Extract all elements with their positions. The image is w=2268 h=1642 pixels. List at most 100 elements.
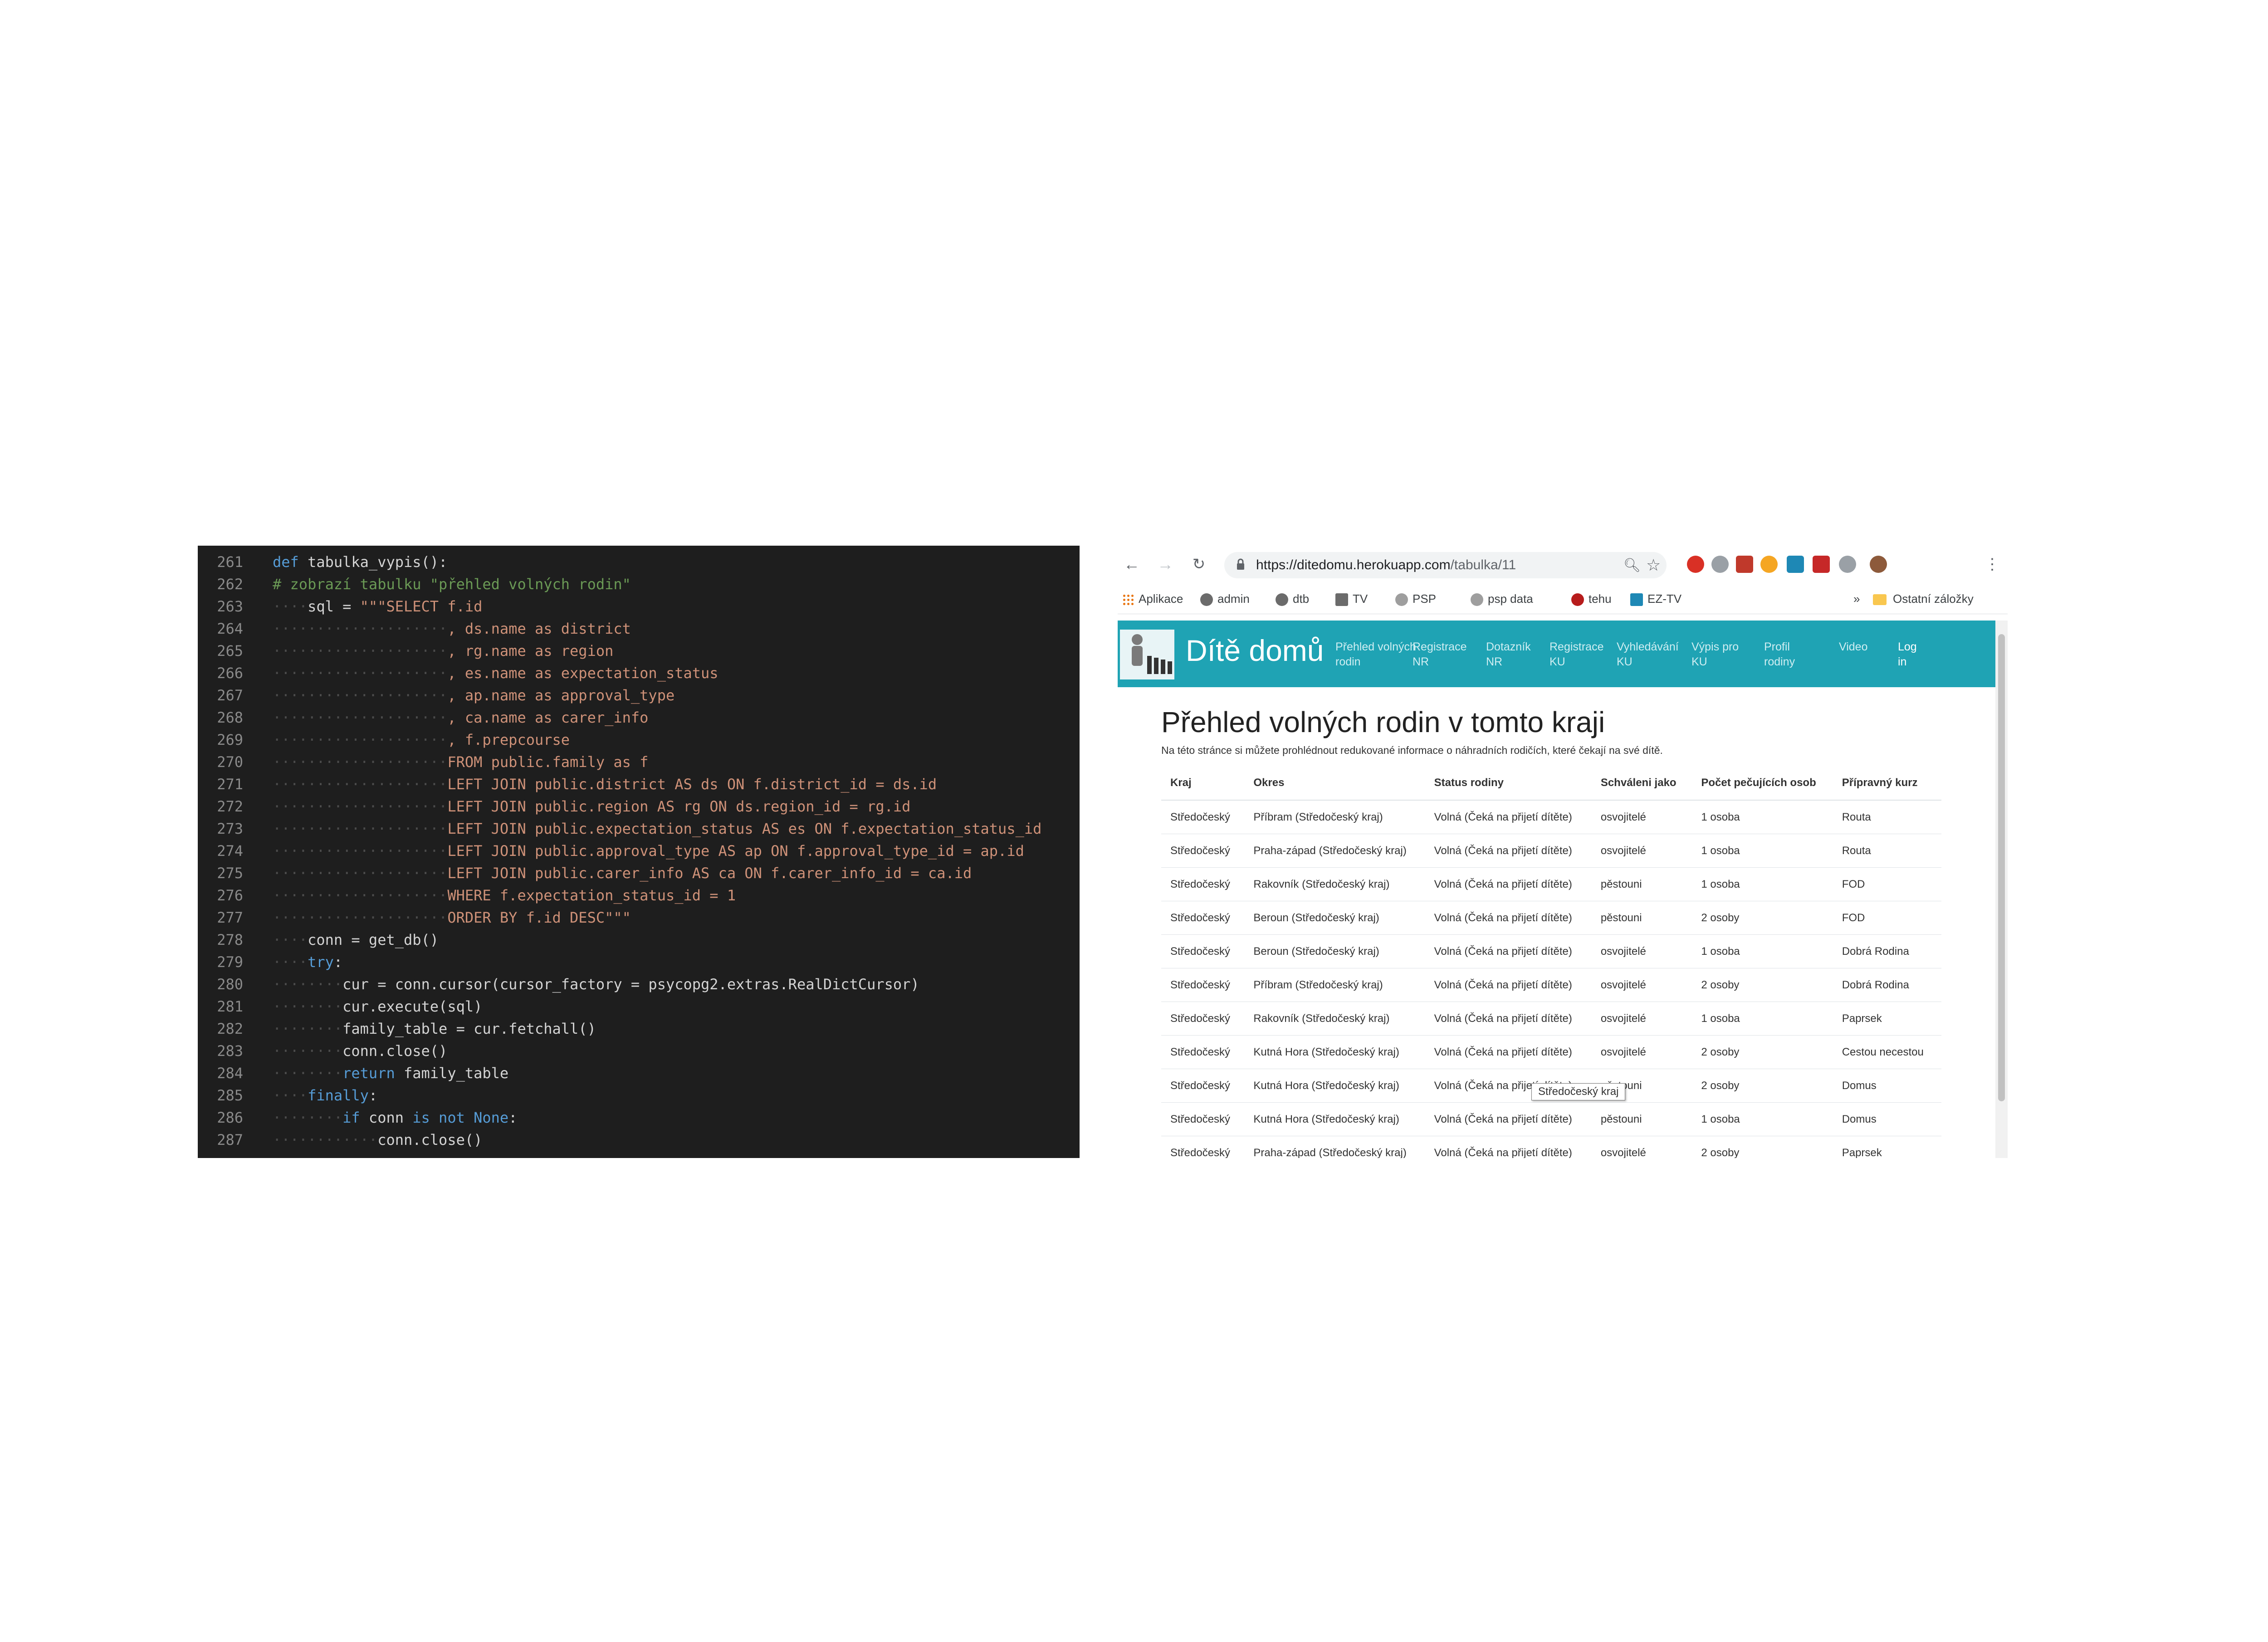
star-icon[interactable]: ☆ xyxy=(1646,556,1661,575)
table-row: Středočeský Kutná Hora (Středočeský kraj)… xyxy=(1161,1102,1941,1136)
profile-avatar[interactable] xyxy=(1870,556,1887,573)
table-row: Středočeský Rakovník (Středočeský kraj) Vo… xyxy=(1161,867,1941,901)
code-editor[interactable]: 261 def tabulka_vypis(): 262 # zobrazí tabu… xyxy=(198,546,1080,1158)
scrollbar-thumb[interactable] xyxy=(1998,634,2005,1101)
table-cell: Středočeský xyxy=(1161,1002,1245,1036)
code-text: ········if conn is not None: xyxy=(273,1107,517,1129)
bookmark-psp-data[interactable]: psp data xyxy=(1471,592,1533,606)
table-row: Středočeský Rakovník (Středočeský kraj) Vo… xyxy=(1161,1002,1941,1036)
table-cell: Dobrá Rodina xyxy=(1833,934,1941,968)
column-header[interactable]: Status rodiny xyxy=(1425,766,1592,801)
nav-item-label: Log xyxy=(1898,640,1917,653)
nav-item-log[interactable]: Log in xyxy=(1898,640,1917,670)
code-token: ···················· xyxy=(273,909,448,926)
nav-item-profil[interactable]: Profil rodiny xyxy=(1764,640,1795,670)
tehu-icon xyxy=(1571,593,1584,606)
back-arrow-icon[interactable]: ← xyxy=(1121,554,1142,575)
bookmark-tv[interactable]: TV xyxy=(1335,592,1368,606)
code-line: 281 ········cur.execute(sql) xyxy=(198,996,1080,1018)
code-token: try xyxy=(308,953,334,971)
code-token: , ds.name as district xyxy=(447,620,631,637)
nav-item-registrace[interactable]: Registrace NR xyxy=(1413,640,1467,670)
code-line: 269 ····················, f.prepcourse xyxy=(198,729,1080,751)
code-line: 277 ····················ORDER BY f.id DES… xyxy=(198,907,1080,929)
bookmark-ez-tv[interactable]: EZ-TV xyxy=(1630,592,1681,606)
column-header[interactable]: Schváleni jako xyxy=(1591,766,1692,801)
code-token: , rg.name as region xyxy=(447,642,614,660)
code-text: ····················, es.name as expecta… xyxy=(273,662,719,684)
scrollbar[interactable] xyxy=(1995,621,2008,1158)
code-token: ········ xyxy=(273,1109,343,1126)
table-cell: Středočeský xyxy=(1161,1136,1245,1158)
nav-item-video[interactable]: Video xyxy=(1839,640,1868,655)
table-body: Středočeský Příbram (Středočeský kraj) Vol… xyxy=(1161,800,1941,1158)
nav-item-p-ehled-voln-ch[interactable]: Přehled volných rodin xyxy=(1335,640,1416,670)
tv-icon xyxy=(1335,593,1348,606)
bookmark-label: tehu xyxy=(1589,592,1612,606)
nav-item-vyhled-v-n-[interactable]: Vyhledávání KU xyxy=(1617,640,1679,670)
column-header[interactable]: Přípravný kurz xyxy=(1833,766,1941,801)
table-cell: Cestou necestou xyxy=(1833,1035,1941,1069)
code-line: 270 ····················FROM public.famil… xyxy=(198,751,1080,773)
lock-icon xyxy=(1237,558,1244,570)
code-text: ····sql = """SELECT f.id xyxy=(273,596,482,618)
code-line: 274 ····················LEFT JOIN public.… xyxy=(198,840,1080,862)
address-bar[interactable]: https://ditedomu.herokuapp.com/tabulka/1… xyxy=(1224,552,1667,578)
line-number: 284 xyxy=(217,1065,243,1082)
column-header[interactable]: Počet pečujících osob xyxy=(1692,766,1833,801)
table-cell: Středočeský xyxy=(1161,968,1245,1002)
reload-icon[interactable]: ↻ xyxy=(1188,554,1209,575)
nav-item-v-pis-pro[interactable]: Výpis pro KU xyxy=(1691,640,1739,670)
table-cell: osvojitelé xyxy=(1591,934,1692,968)
code-token: ···················· xyxy=(273,642,448,660)
extension-icon[interactable] xyxy=(1839,556,1856,573)
nav-item-label: rodin xyxy=(1335,655,1361,668)
bookmark-label: TV xyxy=(1353,592,1368,606)
code-token: ···················· xyxy=(273,687,448,704)
nav-item-label: KU xyxy=(1691,655,1707,668)
extension-icon[interactable] xyxy=(1787,556,1804,573)
bookmark-admin[interactable]: admin xyxy=(1200,592,1250,606)
table-cell: Rakovník (Středočeský kraj) xyxy=(1244,867,1425,901)
nav-item-registrace[interactable]: Registrace KU xyxy=(1549,640,1604,670)
zoom-icon[interactable]: 🔍︎ xyxy=(1623,557,1641,573)
more-bookmarks-icon[interactable]: » xyxy=(1853,592,1860,606)
column-header[interactable]: Kraj xyxy=(1161,766,1245,801)
code-text: ····conn = get_db() xyxy=(273,929,439,951)
extension-icon[interactable] xyxy=(1736,556,1753,573)
extension-icon[interactable] xyxy=(1711,556,1729,573)
bookmark-label: Aplikace xyxy=(1139,592,1183,606)
table-cell: Volná (Čeká na přijetí dítěte) xyxy=(1425,934,1592,968)
table-cell: Kutná Hora (Středočeský kraj) xyxy=(1244,1035,1425,1069)
site-logo[interactable] xyxy=(1120,630,1174,679)
column-header[interactable]: Okres xyxy=(1244,766,1425,801)
menu-dots-icon[interactable]: ⋮ xyxy=(1982,554,2003,575)
code-token: : xyxy=(368,1087,378,1104)
line-number: 263 xyxy=(217,598,243,615)
forward-arrow-icon[interactable]: → xyxy=(1155,554,1176,575)
bookmark-apps[interactable]: Aplikace xyxy=(1122,592,1183,606)
extension-icon[interactable] xyxy=(1813,556,1830,573)
code-text: ····················LEFT JOIN public.app… xyxy=(273,840,1024,862)
globe-icon xyxy=(1200,593,1213,606)
line-number: 273 xyxy=(217,820,243,837)
code-token: conn.close() xyxy=(342,1042,448,1060)
extension-icon[interactable] xyxy=(1760,556,1778,573)
nav-item-dotazn-k[interactable]: Dotazník NR xyxy=(1486,640,1531,670)
bookmark-label: EZ-TV xyxy=(1647,592,1682,606)
extension-icon[interactable] xyxy=(1687,556,1704,573)
bookmark-tehu[interactable]: tehu xyxy=(1571,592,1612,606)
bookmark-dtb[interactable]: dtb xyxy=(1276,592,1309,606)
code-token: , ap.name as approval_type xyxy=(447,687,675,704)
line-number: 281 xyxy=(217,998,243,1015)
line-number: 267 xyxy=(217,687,243,704)
table-cell: Kutná Hora (Středočeský kraj) xyxy=(1244,1069,1425,1103)
table-cell: Beroun (Středočeský kraj) xyxy=(1244,934,1425,968)
bookmark-psp[interactable]: PSP xyxy=(1395,592,1436,606)
code-line: 262 # zobrazí tabulku "přehled volných ro… xyxy=(198,573,1080,596)
ez-tv-icon xyxy=(1630,593,1643,606)
code-token: # zobrazí tabulku "přehled volných rodin… xyxy=(273,576,631,593)
bookmark-other[interactable]: Ostatní záložky xyxy=(1873,592,1974,606)
site-title[interactable]: Dítě domů xyxy=(1186,633,1324,668)
code-token: ········ xyxy=(273,1065,343,1082)
